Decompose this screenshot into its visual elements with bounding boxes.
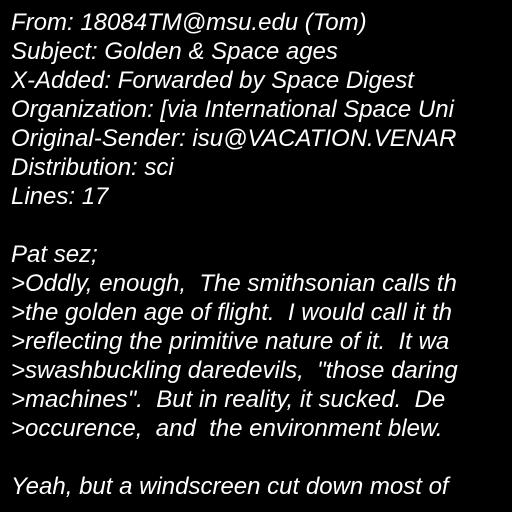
header-distribution: Distribution: sci [11, 154, 174, 181]
quoted-line: >swashbuckling daredevils, "those daring [11, 357, 458, 384]
quoted-line: >reflecting the primitive nature of it. … [11, 328, 450, 355]
header-from: From: 18084TM@msu.edu (Tom) [11, 9, 367, 36]
email-message: From: 18084TM@msu.edu (Tom) Subject: Gol… [11, 8, 512, 512]
body-reply: Yeah, but a windscreen cut down most of [11, 473, 449, 500]
header-original-sender: Original-Sender: isu@VACATION.VENAR [11, 125, 457, 152]
body-intro: Pat sez; [11, 241, 98, 268]
header-x-added: X-Added: Forwarded by Space Digest [11, 67, 414, 94]
quoted-line: >the golden age of flight. I would call … [11, 299, 452, 326]
quoted-line: >machines". But in reality, it sucked. D… [11, 386, 446, 413]
quoted-line: >occurence, and the environment blew. [11, 415, 443, 442]
header-subject: Subject: Golden & Space ages [11, 38, 338, 65]
header-lines: Lines: 17 [11, 183, 109, 210]
header-organization: Organization: [via International Space U… [11, 96, 454, 123]
quoted-line: >Oddly, enough, The smithsonian calls th [11, 270, 457, 297]
